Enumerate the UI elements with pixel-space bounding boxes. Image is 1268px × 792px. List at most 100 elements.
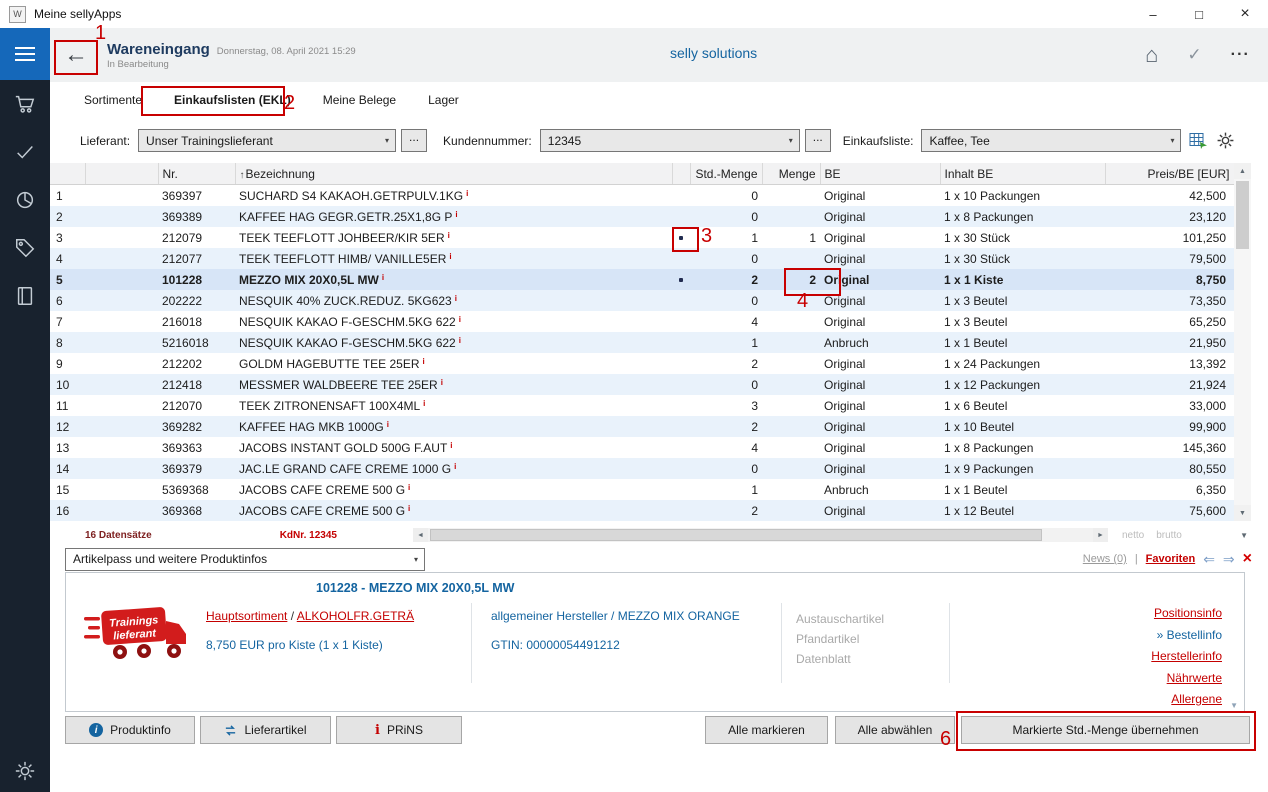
table-row[interactable]: 11212070TEEK ZITRONENSAFT 100X4MLi3Origi… <box>50 395 1234 416</box>
bestellinfo-link[interactable]: » Bestellinfo <box>1157 628 1222 642</box>
nav-next-icon[interactable]: ⇒ <box>1223 551 1235 568</box>
table-row[interactable]: 155369368JACOBS CAFE CREME 500 Gi1Anbruc… <box>50 479 1234 500</box>
produktinfo-select[interactable]: Artikelpass und weitere Produktinfos ▾ <box>65 548 425 571</box>
tab-sortimente[interactable]: Sortimente <box>80 91 146 109</box>
article-info-icon[interactable]: i <box>466 189 468 198</box>
article-info-icon[interactable]: i <box>455 210 457 219</box>
table-row[interactable]: 3212079TEEK TEEFLOTT JOHBEER/KIR 5ERi11O… <box>50 227 1234 248</box>
warengruppe-link[interactable]: ALKOHOLFR.GETRÄ <box>297 609 414 623</box>
table-row[interactable]: 7216018NESQUIK KAKAO F-GESCHM.5KG 622i4O… <box>50 311 1234 332</box>
preis-cell: 79,500 <box>1105 248 1234 269</box>
detail-scroll-down-icon[interactable]: ▼ <box>1230 701 1238 710</box>
article-info-icon[interactable]: i <box>448 231 450 240</box>
article-info-icon[interactable]: i <box>423 399 425 408</box>
table-row[interactable]: 85216018NESQUIK KAKAO F-GESCHM.5KG 622i1… <box>50 332 1234 353</box>
col-menge-header[interactable]: Menge <box>762 163 820 185</box>
price-tag-icon[interactable] <box>14 237 36 259</box>
positionsinfo-link[interactable]: Positionsinfo <box>1154 606 1222 620</box>
back-button[interactable]: ← <box>59 41 93 69</box>
more-menu-icon[interactable]: ... <box>1231 42 1250 60</box>
confirm-icon[interactable]: ✓ <box>1187 45 1201 65</box>
hauptsortiment-link[interactable]: Hauptsortiment <box>206 609 287 623</box>
catalog-icon[interactable] <box>14 285 36 307</box>
cart-icon[interactable] <box>14 93 36 115</box>
einkaufsliste-select[interactable]: Kaffee, Tee ▾ <box>921 129 1181 152</box>
col-std-menge-header[interactable]: Std.-Menge <box>690 163 762 185</box>
article-info-icon[interactable]: i <box>387 420 389 429</box>
article-info-icon[interactable]: i <box>450 441 452 450</box>
table-row[interactable]: 13369363JACOBS INSTANT GOLD 500G F.AUTi4… <box>50 437 1234 458</box>
scroll-right-icon[interactable]: ► <box>1093 528 1108 542</box>
prins-button[interactable]: i PRiNS <box>336 716 462 744</box>
brutto-toggle[interactable]: brutto <box>1156 530 1182 541</box>
scrollbar-thumb[interactable] <box>1236 181 1249 249</box>
checkmark-icon[interactable] <box>14 141 36 163</box>
news-link[interactable]: News (0) <box>1083 553 1127 565</box>
table-row[interactable]: 1369397SUCHARD S4 KAKAOH.GETRPULV.1KGi0O… <box>50 185 1234 207</box>
settings-gear-icon[interactable] <box>14 760 36 782</box>
alle-markieren-button[interactable]: Alle markieren <box>705 716 828 744</box>
netto-toggle[interactable]: netto <box>1122 530 1144 541</box>
kundennummer-more-button[interactable]: ... <box>805 129 831 152</box>
tab-meine-belege[interactable]: Meine Belege <box>319 91 400 109</box>
inhalt-be-cell: 1 x 8 Packungen <box>940 437 1105 458</box>
scroll-down-icon[interactable]: ▼ <box>1234 505 1251 521</box>
scroll-left-icon[interactable]: ◄ <box>413 528 428 542</box>
article-number-cell: 369282 <box>158 416 235 437</box>
lieferartikel-button[interactable]: Lieferartikel <box>200 716 331 744</box>
table-row[interactable]: 5101228MEZZO MIX 20X0,5L MWi22Original1 … <box>50 269 1234 290</box>
scroll-up-icon[interactable]: ▲ <box>1234 163 1251 179</box>
article-info-icon[interactable]: i <box>408 504 410 513</box>
vertical-scrollbar[interactable]: ▲ ▼ <box>1234 163 1251 521</box>
pane-scroll-down-icon[interactable]: ▼ <box>1240 531 1248 540</box>
filter-settings-gear-icon[interactable] <box>1216 131 1235 150</box>
horizontal-scrollbar[interactable]: ◄ ► <box>413 528 1108 542</box>
close-button[interactable]: × <box>1222 0 1268 28</box>
herstellerinfo-link[interactable]: Herstellerinfo <box>1151 649 1222 663</box>
nav-prev-icon[interactable]: ⇐ <box>1203 551 1215 568</box>
article-info-icon[interactable]: i <box>441 378 443 387</box>
allergene-link[interactable]: Allergene <box>1171 692 1222 706</box>
table-row[interactable]: 9212202GOLDM HAGEBUTTE TEE 25ERi2Origina… <box>50 353 1234 374</box>
maximize-button[interactable]: □ <box>1176 0 1222 28</box>
tab-einkaufslisten[interactable]: Einkaufslisten (EKL) <box>170 91 295 109</box>
pie-chart-icon[interactable] <box>14 189 36 211</box>
home-icon[interactable]: ⌂ <box>1145 42 1158 68</box>
article-info-icon[interactable]: i <box>382 273 384 282</box>
favoriten-link[interactable]: Favoriten <box>1146 553 1196 565</box>
kundennummer-select[interactable]: 12345 ▾ <box>540 129 800 152</box>
table-row[interactable]: 12369282KAFFEE HAG MKB 1000Gi2Original1 … <box>50 416 1234 437</box>
article-info-icon[interactable]: i <box>423 357 425 366</box>
hscrollbar-thumb[interactable] <box>430 529 1042 541</box>
table-row[interactable]: 6202222NESQUIK 40% ZUCK.REDUZ. 5KG623i0O… <box>50 290 1234 311</box>
minimize-button[interactable]: – <box>1130 0 1176 28</box>
col-nr-header[interactable]: Nr. <box>158 163 235 185</box>
article-info-icon[interactable]: i <box>455 294 457 303</box>
lieferant-select[interactable]: Unser Trainingslieferant ▾ <box>138 129 396 152</box>
table-row[interactable]: 10212418MESSMER WALDBEERE TEE 25ERi0Orig… <box>50 374 1234 395</box>
col-bezeichnung-header[interactable]: ↑Bezeichnung <box>235 163 672 185</box>
export-list-icon[interactable] <box>1189 132 1208 150</box>
table-row[interactable]: 14369379JAC.LE GRAND CAFE CREME 1000 Gi0… <box>50 458 1234 479</box>
col-inhalt-be-header[interactable]: Inhalt BE <box>940 163 1105 185</box>
hamburger-menu-icon[interactable] <box>0 28 50 80</box>
naehrwerte-link[interactable]: Nährwerte <box>1167 671 1222 685</box>
article-info-icon[interactable]: i <box>408 483 410 492</box>
produktinfo-button[interactable]: i Produktinfo <box>65 716 195 744</box>
lieferant-more-button[interactable]: ... <box>401 129 427 152</box>
article-info-icon[interactable]: i <box>459 336 461 345</box>
table-row[interactable]: 2369389KAFFEE HAG GEGR.GETR.25X1,8G Pi0O… <box>50 206 1234 227</box>
std-menge-uebernehmen-button[interactable]: Markierte Std.-Menge übernehmen <box>961 716 1250 744</box>
kdnr-label: KdNr. 12345 <box>280 530 337 541</box>
inhalt-be-cell: 1 x 30 Stück <box>940 227 1105 248</box>
article-info-icon[interactable]: i <box>454 462 456 471</box>
article-info-icon[interactable]: i <box>459 315 461 324</box>
article-info-icon[interactable]: i <box>449 252 451 261</box>
col-preis-header[interactable]: Preis/BE [EUR] <box>1105 163 1234 185</box>
table-row[interactable]: 16369368JACOBS CAFE CREME 500 Gi2Origina… <box>50 500 1234 521</box>
table-row[interactable]: 4212077TEEK TEEFLOTT HIMB/ VANILLE5ERi0O… <box>50 248 1234 269</box>
tab-lager[interactable]: Lager <box>424 91 463 109</box>
alle-abwaehlen-button[interactable]: Alle abwählen <box>835 716 955 744</box>
col-be-header[interactable]: BE <box>820 163 940 185</box>
close-panel-icon[interactable]: × <box>1243 550 1252 568</box>
